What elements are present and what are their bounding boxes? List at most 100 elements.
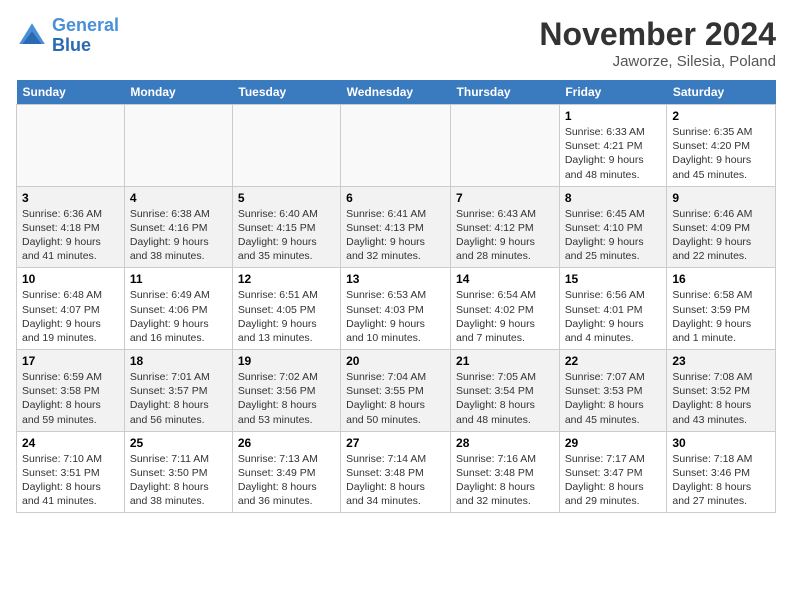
day-cell: 25Sunrise: 7:11 AM Sunset: 3:50 PM Dayli… [124, 431, 232, 513]
day-cell: 14 Sunrise: 6:54 AM Sunset: 4:02 PM Dayli… [451, 268, 560, 350]
day-number: 12 [238, 272, 335, 286]
day-info: Sunrise: 6:45 AM Sunset: 4:10 PM Dayligh… [565, 207, 662, 264]
day-info: Sunrise: 6:48 AM Sunset: 4:07 PM Dayligh… [22, 288, 119, 345]
weekday-header-row: SundayMondayTuesdayWednesdayThursdayFrid… [17, 80, 776, 105]
day-number: 7 [456, 191, 554, 205]
day-number: 8 [565, 191, 662, 205]
weekday-header-tuesday: Tuesday [232, 80, 340, 105]
day-number: 24 [22, 436, 119, 450]
day-info: Sunrise: 7:02 AM Sunset: 3:56 PM Dayligh… [238, 370, 335, 427]
day-number: 3 [22, 191, 119, 205]
weekday-header-sunday: Sunday [17, 80, 125, 105]
header: General Blue November 2024 Jaworze, Sile… [16, 16, 776, 70]
day-cell: 11 Sunrise: 6:49 AM Sunset: 4:06 PM Dayli… [124, 268, 232, 350]
day-number: 20 [346, 354, 445, 368]
day-number: 11 [130, 272, 227, 286]
day-cell: 21 Sunrise: 7:05 AM Sunset: 3:54 PM Dayli… [451, 350, 560, 432]
logo-text: General Blue [52, 16, 119, 56]
day-cell [124, 105, 232, 187]
day-number: 29 [565, 436, 662, 450]
day-info: Sunrise: 7:01 AM Sunset: 3:57 PM Dayligh… [130, 370, 227, 427]
day-cell: 15 Sunrise: 6:56 AM Sunset: 4:01 PM Dayli… [559, 268, 667, 350]
day-cell: 20Sunrise: 7:04 AM Sunset: 3:55 PM Dayli… [341, 350, 451, 432]
week-row-4: 17Sunrise: 6:59 AM Sunset: 3:58 PM Dayli… [17, 350, 776, 432]
day-cell: 10 Sunrise: 6:48 AM Sunset: 4:07 PM Dayli… [17, 268, 125, 350]
day-info: Sunrise: 6:53 AM Sunset: 4:03 PM Dayligh… [346, 288, 445, 345]
day-number: 18 [130, 354, 227, 368]
day-number: 21 [456, 354, 554, 368]
day-info: Sunrise: 7:08 AM Sunset: 3:52 PM Dayligh… [672, 370, 770, 427]
day-cell: 28 Sunrise: 7:16 AM Sunset: 3:48 PM Dayli… [451, 431, 560, 513]
day-number: 1 [565, 109, 662, 123]
day-number: 26 [238, 436, 335, 450]
day-info: Sunrise: 7:05 AM Sunset: 3:54 PM Dayligh… [456, 370, 554, 427]
weekday-header-monday: Monday [124, 80, 232, 105]
day-info: Sunrise: 6:58 AM Sunset: 3:59 PM Dayligh… [672, 288, 770, 345]
day-cell: 18 Sunrise: 7:01 AM Sunset: 3:57 PM Dayli… [124, 350, 232, 432]
day-cell: 2 Sunrise: 6:35 AM Sunset: 4:20 PM Daylig… [667, 105, 776, 187]
day-info: Sunrise: 7:16 AM Sunset: 3:48 PM Dayligh… [456, 452, 554, 509]
day-number: 27 [346, 436, 445, 450]
day-cell: 8 Sunrise: 6:45 AM Sunset: 4:10 PM Daylig… [559, 186, 667, 268]
day-number: 4 [130, 191, 227, 205]
day-number: 6 [346, 191, 445, 205]
day-info: Sunrise: 6:40 AM Sunset: 4:15 PM Dayligh… [238, 207, 335, 264]
day-cell: 7Sunrise: 6:43 AM Sunset: 4:12 PM Daylig… [451, 186, 560, 268]
day-number: 10 [22, 272, 119, 286]
day-info: Sunrise: 6:38 AM Sunset: 4:16 PM Dayligh… [130, 207, 227, 264]
day-number: 23 [672, 354, 770, 368]
day-number: 16 [672, 272, 770, 286]
day-number: 13 [346, 272, 445, 286]
day-info: Sunrise: 6:46 AM Sunset: 4:09 PM Dayligh… [672, 207, 770, 264]
day-number: 2 [672, 109, 770, 123]
title-block: November 2024 Jaworze, Silesia, Poland [539, 16, 776, 70]
day-cell: 1 Sunrise: 6:33 AM Sunset: 4:21 PM Daylig… [559, 105, 667, 187]
day-number: 17 [22, 354, 119, 368]
day-cell: 22 Sunrise: 7:07 AM Sunset: 3:53 PM Dayli… [559, 350, 667, 432]
day-cell [451, 105, 560, 187]
day-cell: 16 Sunrise: 6:58 AM Sunset: 3:59 PM Dayli… [667, 268, 776, 350]
day-info: Sunrise: 6:35 AM Sunset: 4:20 PM Dayligh… [672, 125, 770, 182]
weekday-header-saturday: Saturday [667, 80, 776, 105]
day-number: 14 [456, 272, 554, 286]
logo-icon [16, 20, 48, 52]
day-info: Sunrise: 6:49 AM Sunset: 4:06 PM Dayligh… [130, 288, 227, 345]
day-cell: 30Sunrise: 7:18 AM Sunset: 3:46 PM Dayli… [667, 431, 776, 513]
day-info: Sunrise: 7:10 AM Sunset: 3:51 PM Dayligh… [22, 452, 119, 509]
day-info: Sunrise: 7:18 AM Sunset: 3:46 PM Dayligh… [672, 452, 770, 509]
day-cell: 17Sunrise: 6:59 AM Sunset: 3:58 PM Dayli… [17, 350, 125, 432]
day-number: 5 [238, 191, 335, 205]
weekday-header-wednesday: Wednesday [341, 80, 451, 105]
day-cell: 12Sunrise: 6:51 AM Sunset: 4:05 PM Dayli… [232, 268, 340, 350]
week-row-5: 24 Sunrise: 7:10 AM Sunset: 3:51 PM Dayli… [17, 431, 776, 513]
day-cell: 13 Sunrise: 6:53 AM Sunset: 4:03 PM Dayli… [341, 268, 451, 350]
week-row-1: 1 Sunrise: 6:33 AM Sunset: 4:21 PM Daylig… [17, 105, 776, 187]
day-cell: 9Sunrise: 6:46 AM Sunset: 4:09 PM Daylig… [667, 186, 776, 268]
day-cell: 5 Sunrise: 6:40 AM Sunset: 4:15 PM Daylig… [232, 186, 340, 268]
day-cell: 19Sunrise: 7:02 AM Sunset: 3:56 PM Dayli… [232, 350, 340, 432]
day-cell [341, 105, 451, 187]
day-number: 25 [130, 436, 227, 450]
logo: General Blue [16, 16, 119, 56]
weekday-header-friday: Friday [559, 80, 667, 105]
day-info: Sunrise: 7:07 AM Sunset: 3:53 PM Dayligh… [565, 370, 662, 427]
day-info: Sunrise: 6:36 AM Sunset: 4:18 PM Dayligh… [22, 207, 119, 264]
day-number: 22 [565, 354, 662, 368]
day-info: Sunrise: 7:14 AM Sunset: 3:48 PM Dayligh… [346, 452, 445, 509]
day-number: 15 [565, 272, 662, 286]
calendar-subtitle: Jaworze, Silesia, Poland [539, 53, 776, 70]
day-number: 28 [456, 436, 554, 450]
day-info: Sunrise: 6:54 AM Sunset: 4:02 PM Dayligh… [456, 288, 554, 345]
day-info: Sunrise: 6:33 AM Sunset: 4:21 PM Dayligh… [565, 125, 662, 182]
day-cell: 4 Sunrise: 6:38 AM Sunset: 4:16 PM Daylig… [124, 186, 232, 268]
day-cell: 29Sunrise: 7:17 AM Sunset: 3:47 PM Dayli… [559, 431, 667, 513]
week-row-3: 10 Sunrise: 6:48 AM Sunset: 4:07 PM Dayli… [17, 268, 776, 350]
day-info: Sunrise: 6:56 AM Sunset: 4:01 PM Dayligh… [565, 288, 662, 345]
weekday-header-thursday: Thursday [451, 80, 560, 105]
day-cell [17, 105, 125, 187]
page: General Blue November 2024 Jaworze, Sile… [0, 0, 792, 523]
day-cell: 3 Sunrise: 6:36 AM Sunset: 4:18 PM Daylig… [17, 186, 125, 268]
day-info: Sunrise: 6:41 AM Sunset: 4:13 PM Dayligh… [346, 207, 445, 264]
day-cell: 6 Sunrise: 6:41 AM Sunset: 4:13 PM Daylig… [341, 186, 451, 268]
day-info: Sunrise: 7:13 AM Sunset: 3:49 PM Dayligh… [238, 452, 335, 509]
